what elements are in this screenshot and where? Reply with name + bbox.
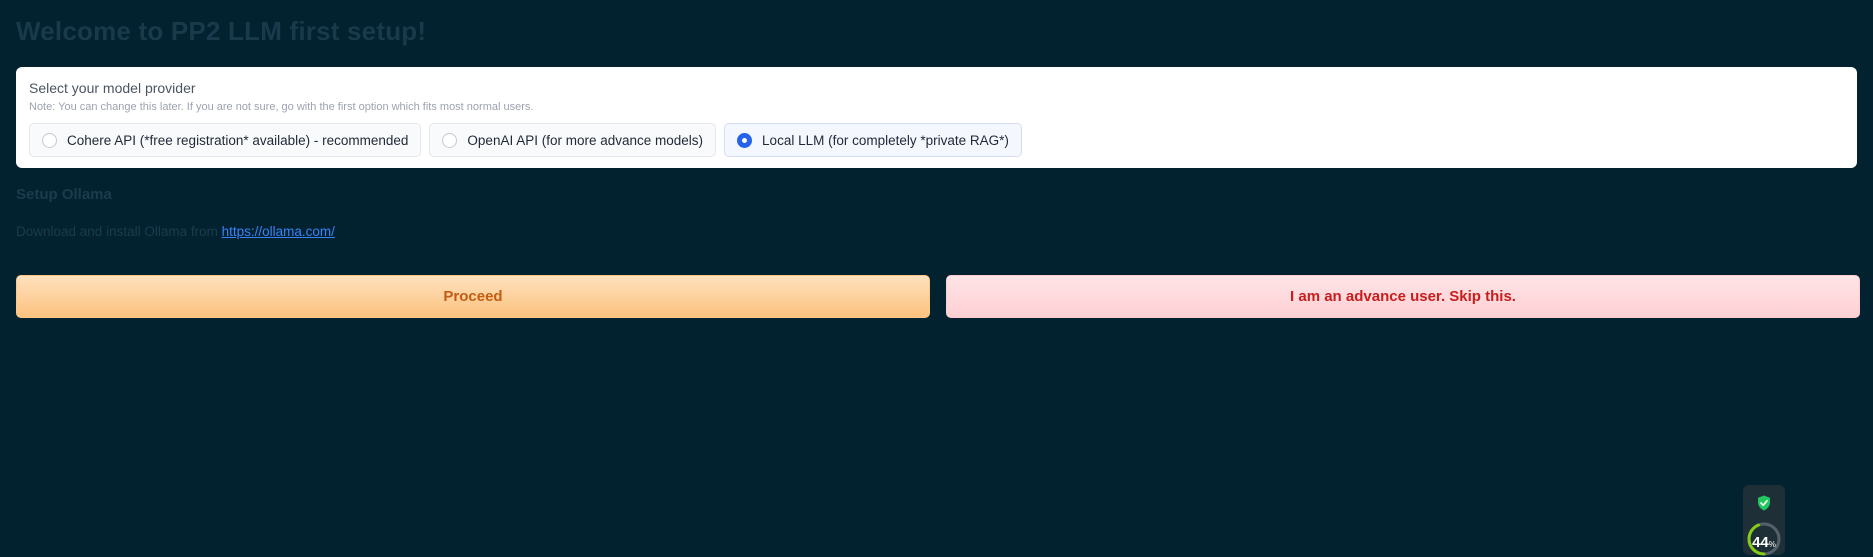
proceed-button[interactable]: Proceed [16, 275, 930, 318]
radio-openai[interactable] [442, 132, 458, 148]
progress-percent: 44% [1743, 534, 1785, 551]
ollama-link[interactable]: https://ollama.com/ [222, 224, 335, 239]
setup-ollama-title: Setup Ollama [16, 186, 112, 203]
option-cohere-label: Cohere API (*free registration* availabl… [67, 132, 409, 148]
option-cohere[interactable]: Cohere API (*free registration* availabl… [29, 123, 422, 157]
progress-value: 44 [1752, 534, 1769, 551]
radio-cohere[interactable] [42, 132, 57, 148]
download-instruction: Download and install Ollama from https:/… [16, 224, 335, 239]
option-openai-label: OpenAI API (for more advance models) [467, 132, 704, 148]
option-openai[interactable]: OpenAI API (for more advance models) [429, 123, 717, 157]
page-title: Welcome to PP2 LLM first setup! [16, 16, 427, 46]
provider-label: Select your model provider [29, 80, 196, 96]
option-local-llm-label: Local LLM (for completely *private RAG*) [762, 132, 1009, 148]
option-local-llm[interactable]: Local LLM (for completely *private RAG*) [724, 123, 1022, 157]
radio-local-llm[interactable] [737, 132, 753, 148]
provider-note: Note: You can change this later. If you … [29, 101, 534, 113]
model-provider-card: Select your model provider Note: You can… [16, 67, 1857, 168]
download-text: Download and install Ollama from [16, 224, 218, 239]
provider-options: Cohere API (*free registration* availabl… [29, 123, 1844, 157]
shield-check-icon [1758, 495, 1770, 511]
status-widget[interactable]: 44% [1743, 485, 1785, 556]
skip-button[interactable]: I am an advance user. Skip this. [946, 275, 1860, 318]
progress-unit: % [1768, 540, 1776, 549]
